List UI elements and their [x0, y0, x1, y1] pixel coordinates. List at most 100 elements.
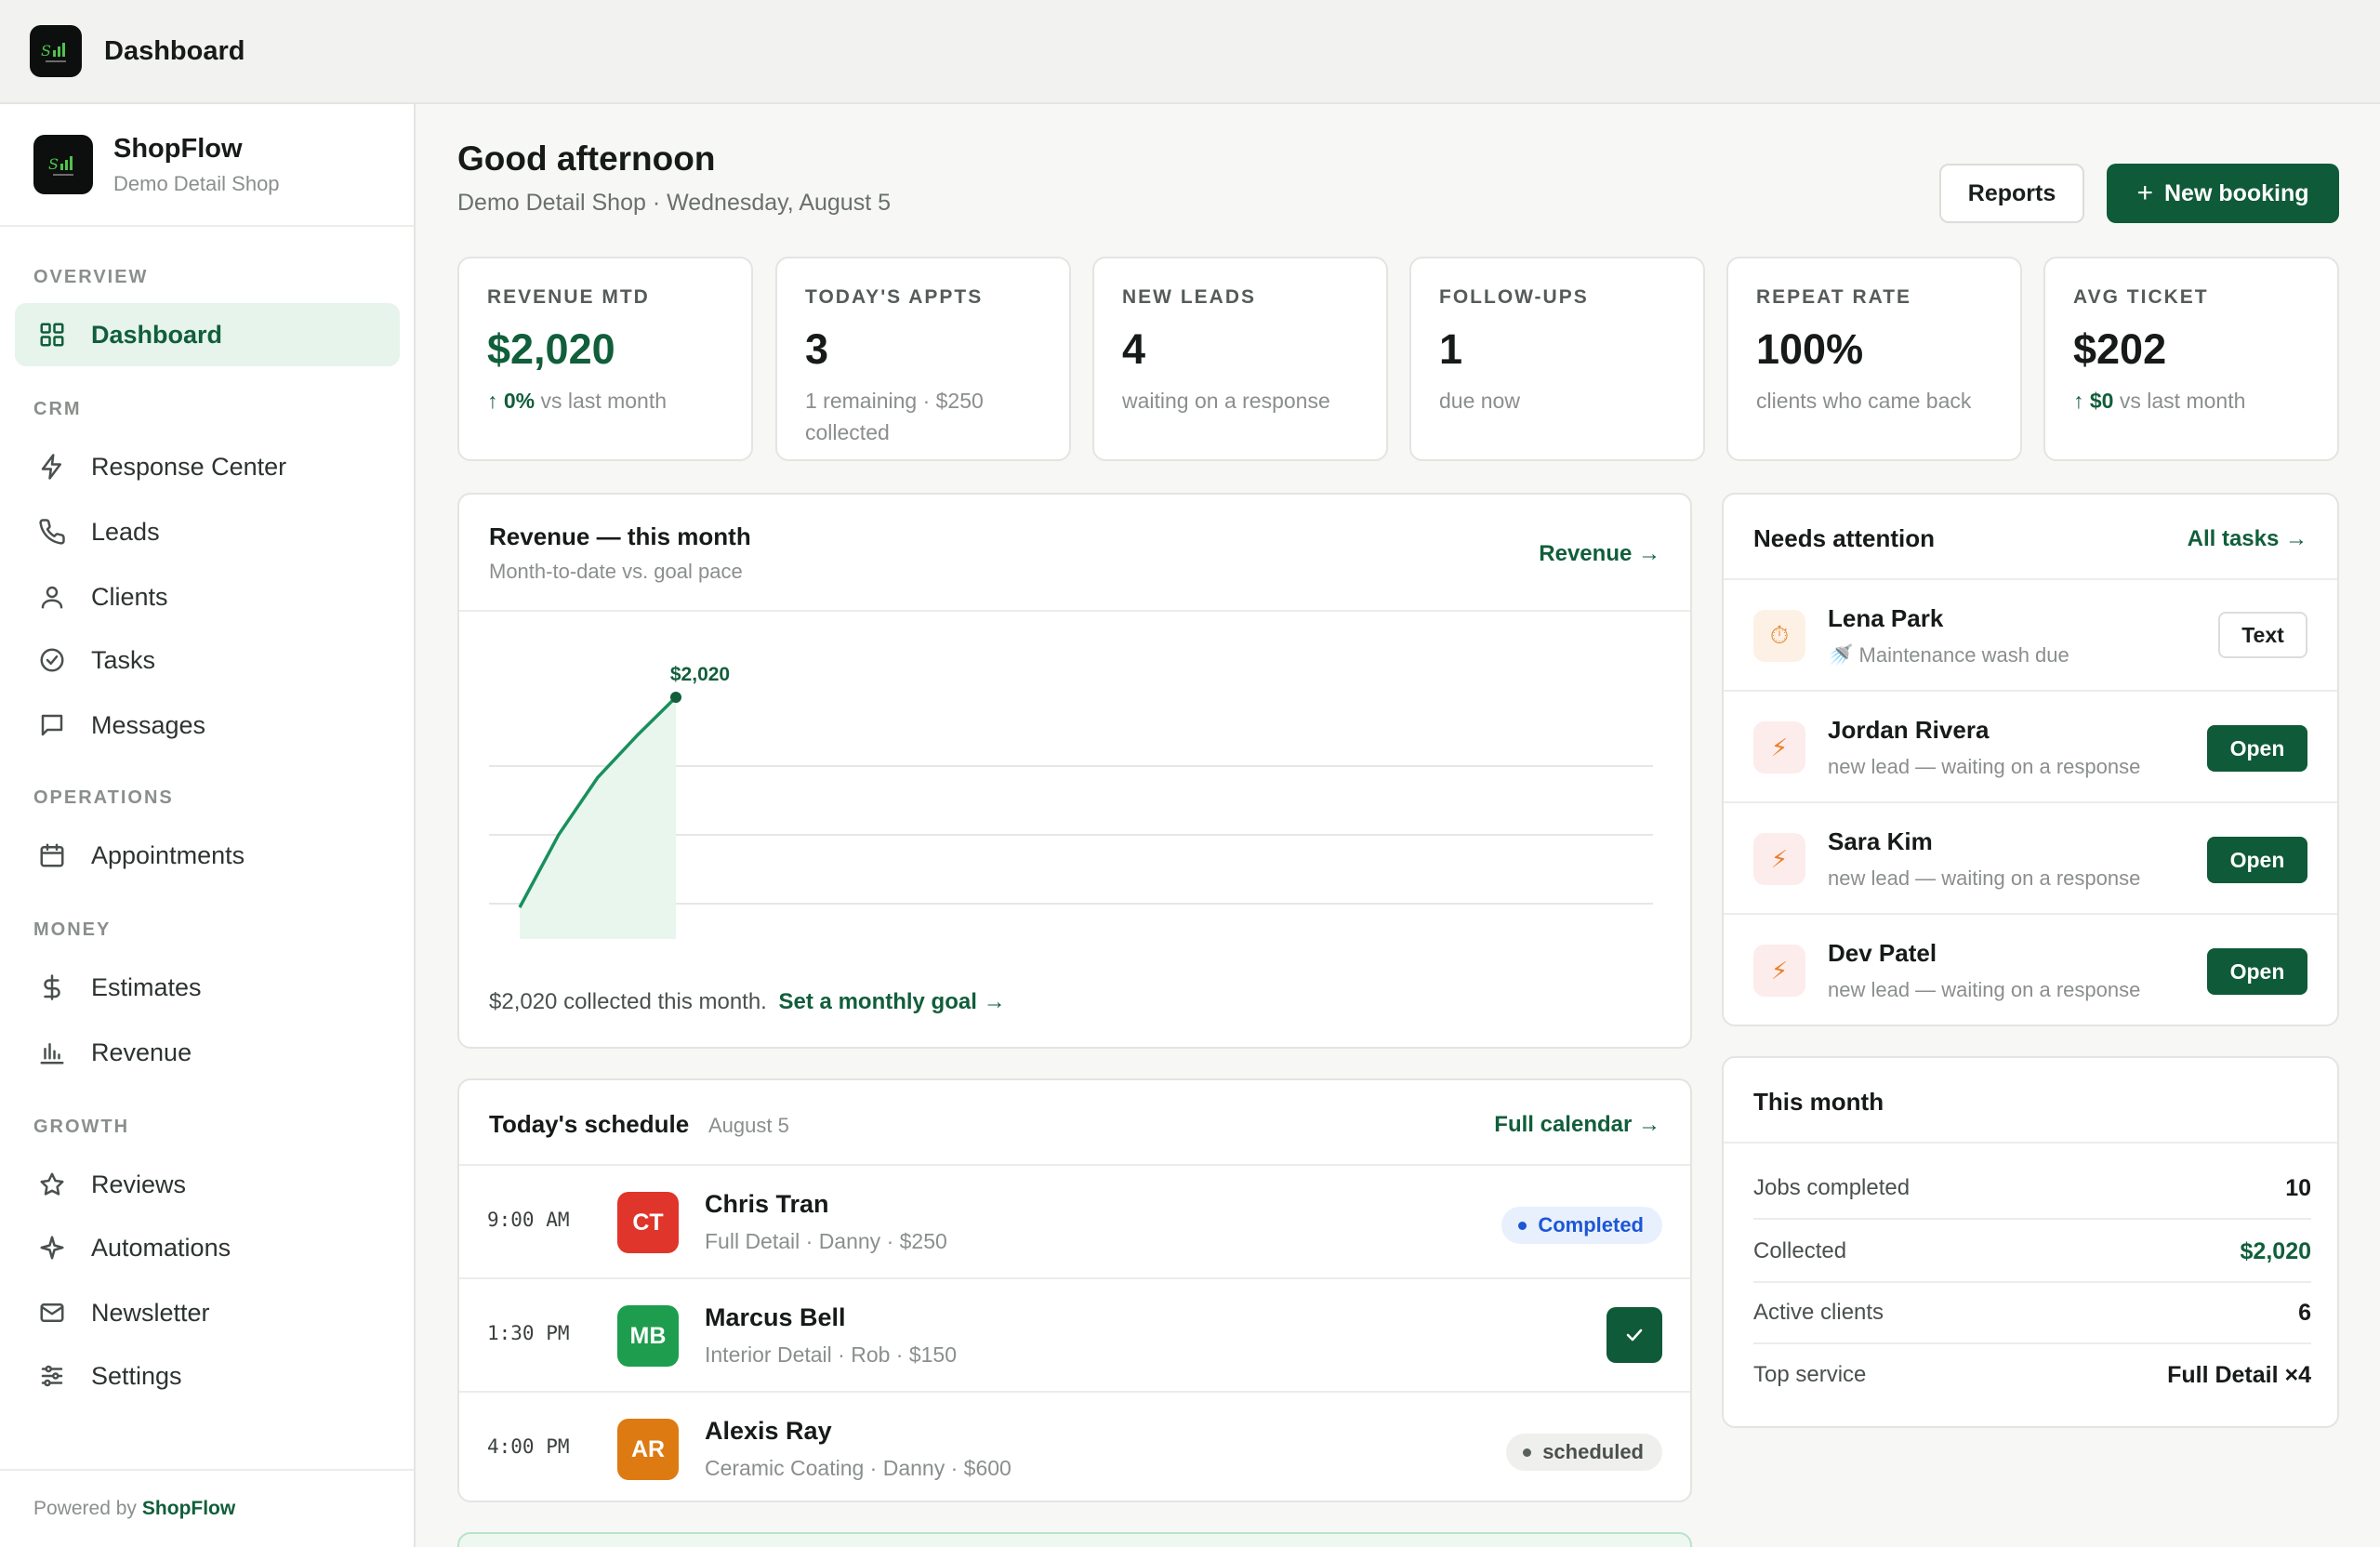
- section-money: MONEY: [33, 919, 112, 940]
- appointment-meta: Ceramic Coating · Danny · $600: [705, 1456, 1012, 1480]
- kpi-value: $202: [2073, 325, 2167, 373]
- mail-icon: [37, 1298, 67, 1328]
- sidebar-item-settings[interactable]: Settings: [15, 1344, 400, 1408]
- brand-header[interactable]: S ShopFlow Demo Detail Shop: [0, 104, 414, 227]
- kpi-label: REPEAT RATE: [1756, 286, 1912, 308]
- kpi-sub: vs last month: [2119, 389, 2246, 413]
- open-button[interactable]: Open: [2207, 837, 2307, 883]
- kpi-delta: ↑ $0 vs last month: [2073, 385, 2337, 416]
- kpi-label: FOLLOW-UPS: [1439, 286, 1589, 308]
- this-month-card: This month Jobs completed 10 Collected $…: [1722, 1056, 2339, 1428]
- contact-name: Dev Patel: [1828, 939, 1937, 967]
- section-overview: OVERVIEW: [33, 267, 149, 287]
- kpi-label: NEW LEADS: [1122, 286, 1256, 308]
- sidebar-item-label: Tasks: [91, 645, 156, 674]
- attention-row[interactable]: ⚡ Dev Patel new lead — waiting on a resp…: [1724, 915, 2337, 1025]
- sidebar-item-automations[interactable]: Automations: [15, 1216, 400, 1279]
- sidebar-item-reviews[interactable]: Reviews: [15, 1153, 400, 1216]
- schedule-row[interactable]: 4:00 PM AR Alexis Ray Ceramic Coating · …: [459, 1393, 1690, 1501]
- appointment-time: 9:00 AM: [487, 1209, 570, 1231]
- kpi-sub: vs last month: [540, 389, 668, 413]
- sidebar-item-estimates[interactable]: Estimates: [15, 956, 400, 1019]
- kpi-todays-appts[interactable]: TODAY'S APPTS 3 1 remaining · $250 colle…: [775, 257, 1071, 461]
- open-button[interactable]: Open: [2207, 725, 2307, 772]
- sidebar-item-revenue[interactable]: Revenue: [15, 1021, 400, 1084]
- attention-reason: new lead — waiting on a response: [1828, 978, 2141, 1001]
- new-booking-button[interactable]: + New booking: [2107, 164, 2339, 223]
- attention-row[interactable]: ⚡ Sara Kim new lead — waiting on a respo…: [1724, 803, 2337, 915]
- sidebar-item-appointments[interactable]: Appointments: [15, 824, 400, 887]
- revenue-area: [520, 697, 676, 939]
- attention-reason: new lead — waiting on a response: [1828, 755, 2141, 778]
- page-title: Dashboard: [104, 35, 245, 66]
- kpi-new-leads[interactable]: NEW LEADS 4 waiting on a response: [1092, 257, 1388, 461]
- avatar: CT: [617, 1192, 679, 1253]
- sidebar-item-dashboard[interactable]: Dashboard: [15, 303, 400, 366]
- schedule-header: Today's schedule August 5 Full calendar …: [459, 1080, 1690, 1166]
- lightning-icon: [37, 452, 67, 482]
- full-calendar-link[interactable]: Full calendar →: [1494, 1112, 1660, 1138]
- sidebar-item-label: Revenue: [91, 1038, 192, 1066]
- revenue-card-subtitle: Month-to-date vs. goal pace: [489, 560, 743, 583]
- appointment-meta: Full Detail · Danny · $250: [705, 1229, 947, 1253]
- sidebar-footer: Powered by ShopFlow: [0, 1469, 414, 1547]
- schedule-row[interactable]: 9:00 AM CT Chris Tran Full Detail · Dann…: [459, 1166, 1690, 1279]
- kpi-label: TODAY'S APPTS: [805, 286, 984, 308]
- grid-icon: [37, 320, 67, 350]
- appointment-meta: Interior Detail · Rob · $150: [705, 1342, 958, 1367]
- stat-value: 6: [2298, 1299, 2311, 1326]
- svg-text:S: S: [48, 155, 59, 173]
- shop-name: Demo Detail Shop: [113, 171, 280, 195]
- sidebar-item-label: Estimates: [91, 972, 202, 1001]
- attention-row[interactable]: ⚡ Jordan Rivera new lead — waiting on a …: [1724, 692, 2337, 803]
- needs-attention-title: Needs attention: [1753, 524, 1936, 552]
- kpi-repeat-rate[interactable]: REPEAT RATE 100% clients who came back: [1726, 257, 2022, 461]
- all-tasks-link[interactable]: All tasks →: [2188, 526, 2307, 552]
- stat-value: Full Detail ×4: [2167, 1361, 2311, 1388]
- stat-label: Active clients: [1753, 1300, 1884, 1325]
- lightning-icon: ⚡: [1753, 721, 1805, 774]
- kpi-value: 100%: [1756, 325, 1864, 373]
- client-name: Marcus Bell: [705, 1303, 846, 1331]
- text-button[interactable]: Text: [2218, 612, 2307, 658]
- status-label: scheduled: [1542, 1440, 1644, 1463]
- kpi-avg-ticket[interactable]: AVG TICKET $202 ↑ $0 vs last month: [2043, 257, 2339, 461]
- set-goal-link[interactable]: Set a monthly goal →: [779, 989, 1006, 1014]
- avatar: AR: [617, 1419, 679, 1480]
- kpi-delta-value: 0%: [503, 389, 536, 413]
- powered-by-brand[interactable]: ShopFlow: [142, 1498, 235, 1520]
- sidebar-item-messages[interactable]: Messages: [15, 694, 400, 757]
- contact-name: Lena Park: [1828, 604, 1944, 632]
- kpi-revenue-mtd[interactable]: REVENUE MTD $2,020 ↑ 0% vs last month: [457, 257, 753, 461]
- sidebar-item-response-center[interactable]: Response Center: [15, 435, 400, 498]
- check-icon: [1626, 1329, 1643, 1342]
- kpi-value: 4: [1122, 325, 1146, 373]
- kpi-follow-ups[interactable]: FOLLOW-UPS 1 due now: [1409, 257, 1705, 461]
- kpi-label: REVENUE MTD: [487, 286, 650, 308]
- attention-row[interactable]: ⏱ Lena Park 🚿 Maintenance wash due Text: [1724, 580, 2337, 692]
- kpi-delta-value: $0: [2089, 389, 2114, 413]
- sidebar-item-newsletter[interactable]: Newsletter: [15, 1281, 400, 1344]
- timer-icon: ⏱: [1753, 610, 1805, 662]
- appointment-time: 1:30 PM: [487, 1322, 570, 1344]
- this-month-title: This month: [1753, 1088, 1884, 1116]
- sidebar-item-label: Clients: [91, 582, 168, 611]
- sidebar-item-tasks[interactable]: Tasks: [15, 628, 400, 692]
- svg-text:S: S: [41, 42, 51, 60]
- revenue-link[interactable]: Revenue →: [1539, 541, 1660, 567]
- dollar-icon: [37, 972, 67, 1002]
- shopflow-logo-icon: S: [30, 25, 82, 77]
- arrow-up-icon: ↑: [2073, 389, 2084, 413]
- mark-complete-button[interactable]: [1606, 1307, 1662, 1363]
- schedule-row[interactable]: 1:30 PM MB Marcus Bell Interior Detail ·…: [459, 1279, 1690, 1393]
- sidebar-item-clients[interactable]: Clients: [15, 565, 400, 628]
- contact-name: Sara Kim: [1828, 827, 1933, 855]
- open-button[interactable]: Open: [2207, 948, 2307, 995]
- star-icon: [37, 1170, 67, 1199]
- greeting-subtitle: Demo Detail Shop · Wednesday, August 5: [457, 190, 892, 216]
- status-badge: scheduled: [1506, 1434, 1662, 1471]
- sidebar-item-leads[interactable]: Leads: [15, 500, 400, 563]
- sidebar-item-label: Messages: [91, 710, 206, 739]
- reports-button[interactable]: Reports: [1939, 164, 2084, 223]
- schedule-card: Today's schedule August 5 Full calendar …: [457, 1078, 1692, 1502]
